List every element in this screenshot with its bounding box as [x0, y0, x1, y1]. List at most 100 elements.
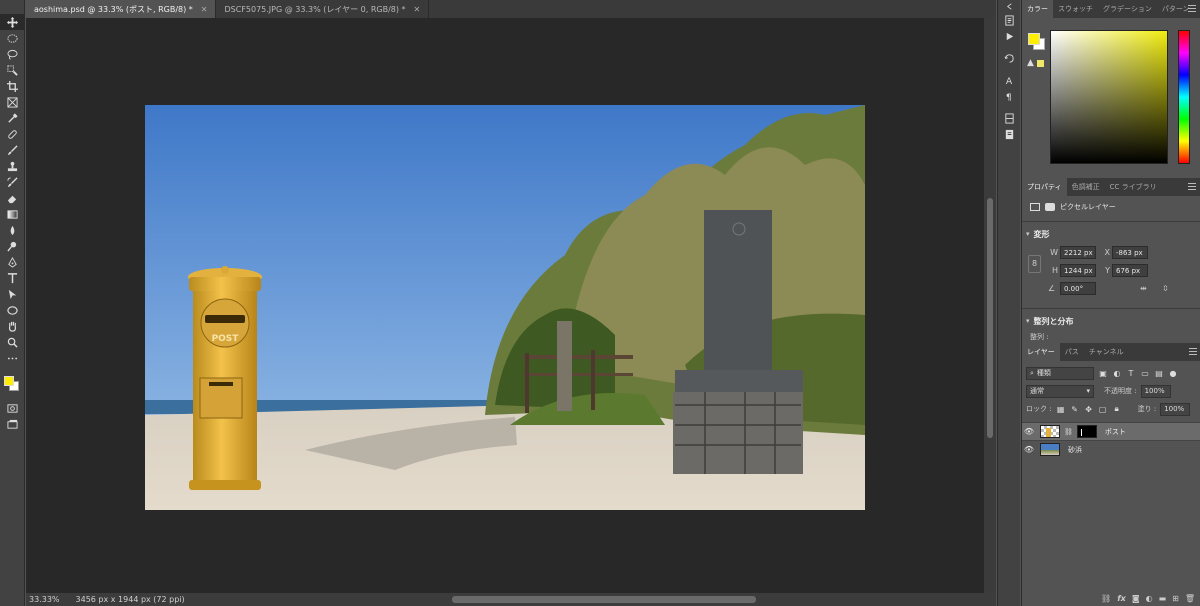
- frame-icon[interactable]: [0, 94, 25, 110]
- vertical-scrollbar[interactable]: [984, 18, 996, 593]
- collapse-icon[interactable]: [998, 0, 1021, 12]
- foreground-color-swatch[interactable]: [1028, 33, 1040, 45]
- zoom-level[interactable]: 33.33%: [29, 595, 60, 604]
- path-select-icon[interactable]: [0, 286, 25, 302]
- lock-transparency-icon[interactable]: ▦: [1056, 404, 1066, 414]
- filter-type-icon[interactable]: T: [1126, 368, 1136, 378]
- tab-properties[interactable]: プロパティ: [1022, 178, 1067, 196]
- gradient-icon[interactable]: [0, 206, 25, 222]
- history-brush-icon[interactable]: [0, 174, 25, 190]
- horizontal-scrollbar[interactable]: [226, 596, 806, 603]
- dodge-icon[interactable]: [0, 238, 25, 254]
- hue-slider[interactable]: [1178, 30, 1190, 164]
- x-field[interactable]: -863 px: [1112, 246, 1148, 259]
- tab-adjustments[interactable]: 色調補正: [1067, 178, 1105, 196]
- layer-name[interactable]: 砂浜: [1068, 445, 1082, 455]
- flip-horizontal-icon[interactable]: ⇹: [1140, 284, 1147, 293]
- gamut-swatch[interactable]: [1037, 60, 1044, 67]
- mask-icon[interactable]: ◙: [1132, 594, 1140, 603]
- eye-icon[interactable]: 👁︎: [1022, 427, 1036, 436]
- eraser-icon[interactable]: [0, 190, 25, 206]
- paragraph-panel-icon[interactable]: ¶: [998, 88, 1021, 104]
- quick-select-icon[interactable]: [0, 62, 25, 78]
- opacity-field[interactable]: 100%: [1140, 384, 1171, 398]
- foreground-color-swatch[interactable]: [4, 376, 14, 386]
- align-section-header[interactable]: ▾ 整列と分布: [1022, 312, 1200, 330]
- close-icon[interactable]: ✕: [201, 5, 208, 14]
- layer-mask-thumbnail[interactable]: [1076, 425, 1097, 438]
- pen-icon[interactable]: [0, 254, 25, 270]
- horizontal-scroll-thumb[interactable]: [452, 596, 756, 603]
- layer-filter-select[interactable]: ⌕ 種類: [1026, 366, 1094, 380]
- toolbar-grip[interactable]: [0, 0, 24, 14]
- color-picker-field[interactable]: [1050, 30, 1168, 164]
- flip-vertical-icon[interactable]: ⇳: [1162, 284, 1169, 293]
- adjustment-icon[interactable]: ◐: [1146, 594, 1153, 603]
- trash-icon[interactable]: 🗑︎: [1185, 594, 1195, 603]
- panel-menu-icon[interactable]: [1188, 183, 1196, 190]
- tab-cc-libraries[interactable]: CC ライブラリ: [1105, 178, 1162, 196]
- lock-pixels-icon[interactable]: ✎: [1070, 404, 1080, 414]
- document-info[interactable]: 3456 px x 1944 px (72 ppi): [76, 595, 185, 604]
- move-icon[interactable]: [0, 14, 25, 30]
- filter-adjustment-icon[interactable]: ◐: [1112, 368, 1122, 378]
- blend-mode-select[interactable]: 通常 ▾: [1026, 384, 1094, 398]
- ellipse-icon[interactable]: [0, 302, 25, 318]
- zoom-icon[interactable]: [0, 334, 25, 350]
- height-field[interactable]: 1244 px: [1060, 264, 1096, 277]
- lock-position-icon[interactable]: ✥: [1084, 404, 1094, 414]
- filter-pixel-icon[interactable]: ▣: [1098, 368, 1108, 378]
- document-canvas[interactable]: POST: [145, 105, 865, 510]
- tab-color[interactable]: カラー: [1022, 0, 1053, 18]
- new-layer-icon[interactable]: ⊞: [1172, 594, 1179, 603]
- history-panel-icon[interactable]: [998, 12, 1021, 28]
- blur-icon[interactable]: [0, 222, 25, 238]
- color-swatches[interactable]: [0, 370, 24, 400]
- angle-field[interactable]: 0.00°: [1060, 282, 1096, 295]
- fx-icon[interactable]: fx: [1117, 594, 1126, 603]
- close-icon[interactable]: ✕: [414, 5, 421, 14]
- crop-icon[interactable]: [0, 78, 25, 94]
- layer-row-beach[interactable]: 👁︎ 砂浜: [1022, 440, 1200, 458]
- libraries-panel-icon[interactable]: [998, 110, 1021, 126]
- canvas-workspace[interactable]: POST: [26, 18, 984, 593]
- y-field[interactable]: 676 px: [1112, 264, 1148, 277]
- eyedropper-icon[interactable]: [0, 110, 25, 126]
- transform-section-header[interactable]: ▾ 変形: [1022, 225, 1200, 243]
- notes-panel-icon[interactable]: [998, 126, 1021, 142]
- screen-mode-icon[interactable]: [0, 416, 25, 432]
- tab-layers[interactable]: レイヤー: [1022, 343, 1060, 361]
- tab-channels[interactable]: チャンネル: [1084, 343, 1129, 361]
- link-icon[interactable]: 8: [1028, 255, 1041, 273]
- clone-stamp-icon[interactable]: [0, 158, 25, 174]
- lasso-icon[interactable]: [0, 46, 25, 62]
- healing-brush-icon[interactable]: [0, 126, 25, 142]
- filter-smart-icon[interactable]: ▤: [1154, 368, 1164, 378]
- type-icon[interactable]: [0, 270, 25, 286]
- marquee-icon[interactable]: [0, 30, 25, 46]
- quick-mask-icon[interactable]: [0, 400, 25, 416]
- fill-field[interactable]: 100%: [1160, 402, 1191, 416]
- layer-name[interactable]: ポスト: [1105, 427, 1126, 437]
- filter-toggle-icon[interactable]: ●: [1168, 368, 1178, 378]
- brush-icon[interactable]: [0, 142, 25, 158]
- filter-shape-icon[interactable]: ▭: [1140, 368, 1150, 378]
- link-icon[interactable]: ⛓︎: [1064, 428, 1073, 436]
- tab-gradients[interactable]: グラデーション: [1098, 0, 1157, 18]
- character-panel-icon[interactable]: A: [998, 72, 1021, 88]
- link-icon[interactable]: ⛓︎: [1101, 594, 1111, 603]
- hand-icon[interactable]: [0, 318, 25, 334]
- more-icon[interactable]: [0, 350, 25, 366]
- actions-panel-icon[interactable]: [998, 28, 1021, 44]
- eye-icon[interactable]: 👁︎: [1022, 445, 1036, 454]
- document-tab-aoshima[interactable]: aoshima.psd @ 33.3% (ポスト, RGB/8) * ✕: [26, 0, 217, 18]
- document-tab-dscf5075[interactable]: DSCF5075.JPG @ 33.3% (レイヤー 0, RGB/8) * ✕: [216, 0, 430, 18]
- group-icon[interactable]: ▬: [1159, 594, 1167, 603]
- gamut-warning-icon[interactable]: ▲: [1027, 58, 1034, 68]
- lock-artboard-icon[interactable]: ▢: [1098, 404, 1108, 414]
- vertical-scroll-thumb[interactable]: [987, 198, 993, 438]
- layer-row-post[interactable]: 👁︎ ⛓︎ ポスト: [1022, 422, 1200, 440]
- lock-all-icon[interactable]: 🔒︎: [1112, 404, 1122, 414]
- undo-history-icon[interactable]: [998, 50, 1021, 66]
- width-field[interactable]: 2212 px: [1060, 246, 1096, 259]
